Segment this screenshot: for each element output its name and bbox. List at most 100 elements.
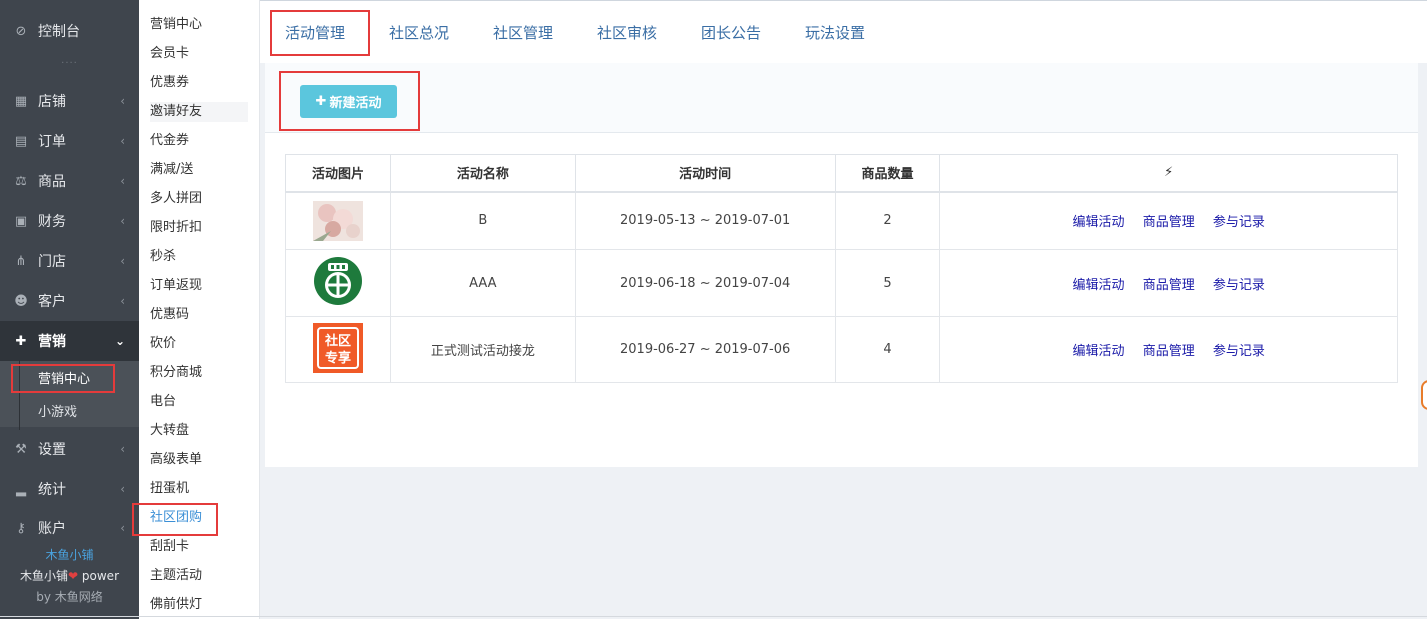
chevron-left-icon: ‹ [120, 442, 125, 456]
product-count: 2 [834, 191, 941, 250]
consumer-rights-logo-image [313, 257, 362, 305]
sidebar-item-console[interactable]: ⊘ 控制台 [0, 11, 139, 51]
community-exclusive-thumbnail-image: 社区 专享 [312, 322, 363, 373]
sidebar-item-label: 客户 [38, 294, 66, 310]
chevron-left-icon: ‹ [120, 94, 125, 108]
participation-records-link[interactable]: 参与记录 [1213, 344, 1265, 359]
sidebar-item-account[interactable]: ⚷ 账户 ‹ [0, 508, 139, 548]
submenu-item[interactable]: 代金券 [150, 131, 189, 151]
col-header-count: 商品数量 [834, 154, 941, 193]
sidebar-item-marketing[interactable]: ✚ 营销 ⌄ [0, 321, 139, 361]
sidebar-item-label: 店铺 [38, 94, 66, 110]
sidebar-item-label: 账户 [38, 521, 66, 537]
sitemap-icon: ⋔ [15, 253, 27, 269]
ops-cell: 编辑活动 商品管理 参与记录 [939, 191, 1398, 250]
sidebar-item-products[interactable]: ⚖ 商品 ‹ [0, 161, 139, 201]
wrench-icon: ⚒ [15, 441, 27, 457]
submenu-item[interactable]: 会员卡 [150, 44, 189, 64]
edit-activity-link[interactable]: 编辑活动 [1073, 344, 1125, 359]
sidebar-item-label: 订单 [38, 134, 66, 150]
table-row: B 2019-05-13 ~ 2019-07-01 2 编辑活动 商品管理 参与… [285, 191, 1398, 250]
submenu-item[interactable]: 高级表单 [150, 450, 202, 470]
chevron-down-icon: ⌄ [114, 334, 125, 348]
submenu-item[interactable]: 佛前供灯 [150, 595, 202, 615]
tab-activity-management[interactable]: 活动管理 [285, 22, 345, 43]
sidebar-item-stats[interactable]: ▂ 统计 ‹ [0, 469, 139, 509]
main-sidebar: ⊘ 控制台 ···· ▦ 店铺 ‹ ▤ 订单 ‹ ⚖ 商品 ‹ ▣ 财务 ‹ ⋔… [0, 0, 139, 619]
product-management-link[interactable]: 商品管理 [1143, 278, 1195, 293]
brand-link[interactable]: 木鱼小铺 [0, 546, 139, 563]
top-tabs: 活动管理 社区总况 社区管理 社区审核 团长公告 玩法设置 [260, 0, 1427, 63]
submenu-item[interactable]: 主题活动 [150, 566, 202, 586]
flower-thumbnail-image [312, 200, 363, 241]
toolbar: ✚ 新建活动 [265, 63, 1418, 133]
tab-community-overview[interactable]: 社区总况 [389, 22, 449, 43]
participation-records-link[interactable]: 参与记录 [1213, 278, 1265, 293]
col-header-name: 活动名称 [389, 154, 576, 193]
table-row: 社区 专享 正式测试活动接龙 2019-06-27 ~ 2019-07-06 4… [285, 316, 1398, 383]
product-count: 4 [834, 316, 941, 383]
money-icon: ▣ [14, 213, 28, 229]
marketing-submenu: 营销中心 会员卡 优惠券 邀请好友 代金券 满减/送 多人拼团 限时折扣 秒杀 … [139, 0, 260, 619]
submenu-item[interactable]: 积分商城 [150, 363, 202, 383]
submenu-item[interactable]: 扭蛋机 [150, 479, 189, 499]
edit-activity-link[interactable]: 编辑活动 [1073, 278, 1125, 293]
order-icon: ▤ [14, 133, 28, 149]
tab-gameplay-settings[interactable]: 玩法设置 [805, 22, 865, 43]
floating-helper-button[interactable] [1421, 380, 1427, 410]
product-management-link[interactable]: 商品管理 [1143, 215, 1195, 230]
gift-icon: ✚ [15, 333, 27, 349]
dashboard-icon: ⊘ [15, 23, 27, 39]
sidebar-item-label: 门店 [38, 254, 66, 270]
chevron-left-icon: ‹ [120, 134, 125, 148]
submenu-item[interactable]: 订单返现 [150, 276, 202, 296]
sidebar-item-settings[interactable]: ⚒ 设置 ‹ [0, 429, 139, 469]
sidebar-item-label: 控制台 [38, 24, 80, 40]
submenu-item[interactable]: 优惠券 [150, 73, 189, 93]
power-prefix: 木鱼小铺 [20, 569, 69, 583]
main-panel: ✚ 新建活动 活动图片 活动名称 活动时间 商品数量 ⚡ B 2019-05-1… [265, 63, 1418, 467]
sidebar-item-outlets[interactable]: ⋔ 门店 ‹ [0, 241, 139, 281]
tab-leader-notice[interactable]: 团长公告 [701, 22, 761, 43]
submenu-item[interactable]: 刮刮卡 [150, 537, 189, 557]
sidebar-subitem-marketing-center[interactable]: 营销中心 [0, 361, 139, 394]
chevron-left-icon: ‹ [120, 174, 125, 188]
submenu-item[interactable]: 电台 [150, 392, 176, 412]
sidebar-item-label: 商品 [38, 174, 66, 190]
sidebar-item-label: 设置 [38, 442, 66, 458]
scale-icon: ⚖ [15, 173, 27, 189]
edit-activity-link[interactable]: 编辑活动 [1073, 215, 1125, 230]
sidebar-subitem-mini-games[interactable]: 小游戏 [0, 394, 139, 427]
chevron-left-icon: ‹ [120, 254, 125, 268]
submenu-item[interactable]: 秒杀 [150, 247, 176, 267]
submenu-item[interactable]: 邀请好友 [150, 102, 248, 122]
submenu-item[interactable]: 优惠码 [150, 305, 189, 325]
product-management-link[interactable]: 商品管理 [1143, 344, 1195, 359]
thumb-text-line2: 专享 [325, 350, 351, 366]
submenu-item-community-groupbuy[interactable]: 社区团购 [150, 508, 202, 528]
key-icon: ⚷ [16, 520, 26, 536]
sidebar-item-customers[interactable]: ☻ 客户 ‹ [0, 281, 139, 321]
activity-time: 2019-06-27 ~ 2019-07-06 [574, 316, 836, 383]
sidebar-item-orders[interactable]: ▤ 订单 ‹ [0, 121, 139, 161]
submenu-item[interactable]: 限时折扣 [150, 218, 202, 238]
product-count: 5 [834, 249, 941, 317]
new-activity-button[interactable]: ✚ 新建活动 [300, 85, 397, 118]
power-text: 木鱼小铺❤ power [0, 567, 139, 584]
sidebar-item-finance[interactable]: ▣ 财务 ‹ [0, 201, 139, 241]
image-cell [285, 249, 391, 317]
sidebar-item-label: 营销 [38, 334, 66, 350]
participation-records-link[interactable]: 参与记录 [1213, 215, 1265, 230]
activity-time: 2019-05-13 ~ 2019-07-01 [574, 191, 836, 250]
submenu-item[interactable]: 营销中心 [150, 15, 202, 35]
tab-community-management[interactable]: 社区管理 [493, 22, 553, 43]
tab-community-review[interactable]: 社区审核 [597, 22, 657, 43]
submenu-item[interactable]: 砍价 [150, 334, 176, 354]
chevron-left-icon: ‹ [120, 294, 125, 308]
submenu-item[interactable]: 满减/送 [150, 160, 193, 180]
sidebar-item-store[interactable]: ▦ 店铺 ‹ [0, 81, 139, 121]
chevron-left-icon: ‹ [120, 521, 125, 535]
submenu-item[interactable]: 多人拼团 [150, 189, 202, 209]
image-cell: 社区 专享 [285, 316, 391, 383]
submenu-item[interactable]: 大转盘 [150, 421, 189, 441]
